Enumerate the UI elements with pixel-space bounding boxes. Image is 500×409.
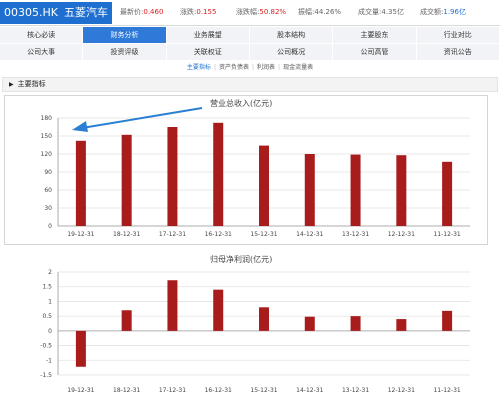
y-tick-label: 0.5 [42, 313, 52, 320]
y-tick-label: 120 [41, 151, 53, 158]
x-tick-label: 17-12-31 [159, 387, 186, 394]
bar [121, 310, 132, 331]
x-tick-label: 13-12-31 [342, 387, 369, 394]
bar [304, 316, 315, 331]
bar [167, 280, 178, 331]
y-tick-label: -1.5 [40, 372, 52, 379]
x-tick-label: 12-12-31 [388, 387, 415, 394]
y-tick-label: 1.5 [42, 284, 52, 291]
x-tick-label: 16-12-31 [205, 231, 232, 238]
x-tick-label: 15-12-31 [250, 387, 277, 394]
x-tick-label: 19-12-31 [67, 387, 94, 394]
x-tick-label: 14-12-31 [296, 231, 323, 238]
y-tick-label: 2 [48, 269, 52, 276]
y-tick-label: 30 [44, 205, 52, 212]
y-tick-label: -1 [46, 357, 52, 364]
y-tick-label: 60 [44, 187, 52, 194]
x-tick-label: 18-12-31 [113, 387, 140, 394]
bar [121, 134, 132, 226]
y-tick-label: 180 [41, 115, 53, 122]
bar [442, 161, 453, 226]
bar [213, 289, 224, 331]
x-tick-label: 17-12-31 [159, 231, 186, 238]
bar [350, 154, 361, 226]
bar [213, 122, 224, 226]
x-tick-label: 13-12-31 [342, 231, 369, 238]
bar [442, 310, 453, 331]
y-tick-label: 90 [44, 169, 52, 176]
x-tick-label: 19-12-31 [67, 231, 94, 238]
x-tick-label: 11-12-31 [433, 231, 460, 238]
bar [75, 330, 86, 367]
x-tick-label: 14-12-31 [296, 387, 323, 394]
x-tick-label: 16-12-31 [205, 387, 232, 394]
y-tick-label: 0 [48, 223, 52, 230]
bar [259, 307, 269, 331]
bar [350, 316, 361, 331]
y-tick-label: 0 [48, 328, 52, 335]
y-tick-label: -0.5 [40, 343, 52, 350]
arrow-head-icon [72, 121, 88, 132]
chart-title: 营业总收入(亿元) [210, 98, 272, 108]
chart-title: 归母净利润(亿元) [210, 254, 272, 264]
x-tick-label: 12-12-31 [388, 231, 415, 238]
bar [396, 319, 407, 331]
charts-canvas: 030609012015018019-12-31 18-12-31 17-12-31… [40, 98, 470, 394]
bar [396, 155, 407, 226]
x-tick-label: 11-12-31 [433, 387, 460, 394]
x-tick-label: 18-12-31 [113, 231, 140, 238]
bar [304, 154, 315, 226]
bar [259, 145, 269, 226]
bar [75, 140, 86, 226]
y-tick-label: 150 [41, 133, 53, 140]
bar [167, 127, 178, 226]
x-tick-label: 15-12-31 [250, 231, 277, 238]
y-tick-label: 1 [48, 298, 52, 305]
